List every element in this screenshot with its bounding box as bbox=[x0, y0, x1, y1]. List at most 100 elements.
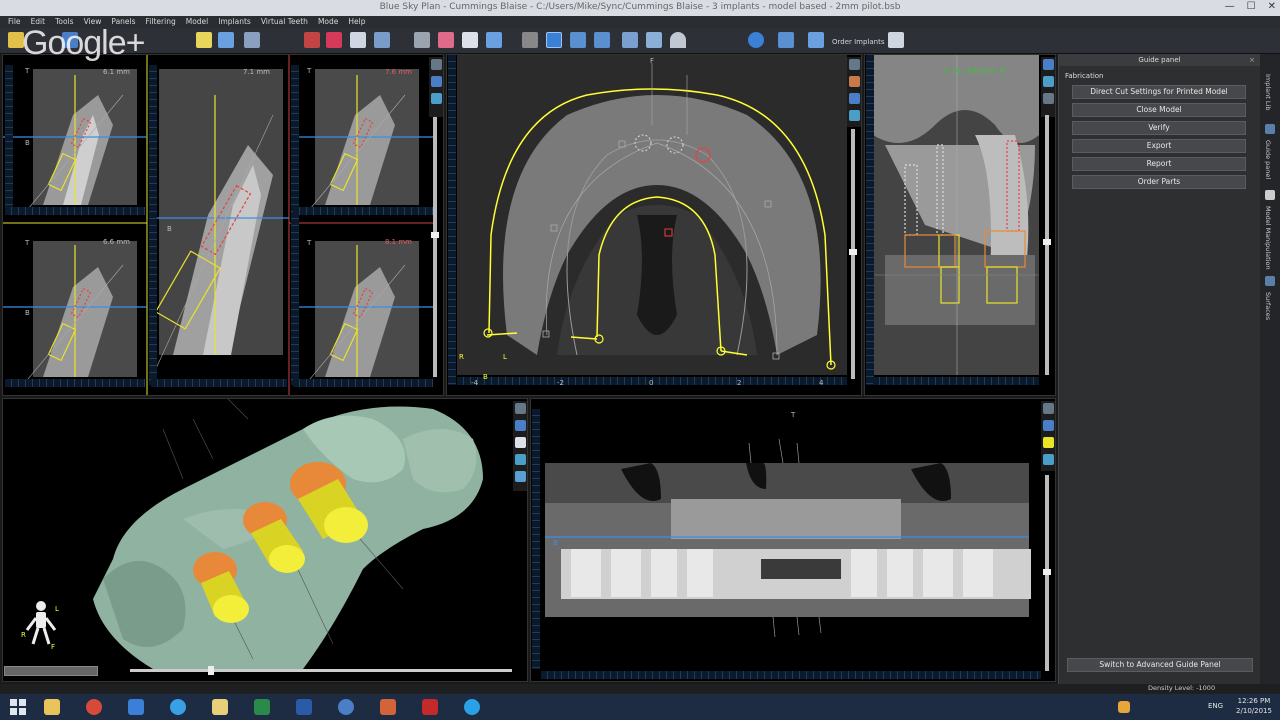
tab-implant-lib[interactable]: Implant Lib bbox=[1264, 74, 1272, 110]
ruler-bottom-1 bbox=[5, 207, 145, 215]
arrows-icon[interactable] bbox=[374, 32, 390, 48]
panoramic-view[interactable]: T B bbox=[530, 398, 1056, 682]
models-icon[interactable] bbox=[486, 32, 502, 48]
menu-filtering[interactable]: Filtering bbox=[146, 16, 176, 28]
panoramic-b-marker: B bbox=[553, 539, 558, 547]
taskbar-teamviewer-icon[interactable] bbox=[118, 696, 154, 718]
virtual-tooth-icon[interactable] bbox=[462, 32, 478, 48]
layers-icon[interactable] bbox=[1042, 454, 1054, 465]
angle-icon[interactable] bbox=[670, 32, 686, 48]
zoom-icon[interactable] bbox=[570, 32, 586, 48]
tray-network-icon[interactable] bbox=[1114, 696, 1134, 718]
guide-tab-icon bbox=[1265, 124, 1275, 134]
rotate-icon[interactable] bbox=[546, 32, 562, 48]
axial-slider[interactable] bbox=[849, 129, 857, 379]
switch-advanced-guide-button[interactable]: Switch to Advanced Guide Panel bbox=[1067, 658, 1253, 672]
cross-section-slider[interactable] bbox=[431, 117, 439, 377]
taskbar-chrome-icon[interactable] bbox=[76, 696, 112, 718]
taskbar-skype-icon[interactable] bbox=[454, 696, 490, 718]
contrast-icon[interactable] bbox=[522, 32, 538, 48]
minimize-button[interactable]: — bbox=[1225, 1, 1235, 12]
taskbar-word-icon[interactable] bbox=[286, 696, 322, 718]
model-3d-view[interactable]: R L F bbox=[2, 398, 528, 682]
measure-icon[interactable] bbox=[218, 32, 234, 48]
maximize-button[interactable]: ☐ bbox=[1247, 1, 1256, 12]
view-mode-dropdown[interactable] bbox=[4, 666, 98, 676]
bookmark-icon[interactable] bbox=[196, 32, 212, 48]
points-icon[interactable] bbox=[244, 32, 260, 48]
cs2-measure: 7.1 mm bbox=[243, 68, 270, 76]
menu-mode[interactable]: Mode bbox=[318, 16, 338, 28]
volume-icon[interactable] bbox=[848, 76, 860, 87]
surface-icon[interactable] bbox=[514, 471, 526, 482]
order-parts-button[interactable]: Order Parts bbox=[1072, 175, 1246, 189]
fullscreen-icon[interactable] bbox=[888, 32, 904, 48]
close-model-button[interactable]: Close Model bbox=[1072, 103, 1246, 117]
sagittal-slider[interactable] bbox=[1043, 115, 1051, 375]
taskbar-bsp-icon[interactable] bbox=[328, 696, 364, 718]
settings-icon[interactable] bbox=[514, 403, 526, 414]
ruler-icon[interactable] bbox=[414, 32, 430, 48]
tray-language[interactable]: ENG bbox=[1208, 702, 1223, 710]
tooth-icon[interactable] bbox=[350, 32, 366, 48]
implant-icon[interactable] bbox=[438, 32, 454, 48]
settings-icon[interactable] bbox=[1042, 93, 1054, 104]
taskbar-excel-icon[interactable] bbox=[244, 696, 280, 718]
menu-help[interactable]: Help bbox=[348, 16, 365, 28]
layers-icon[interactable] bbox=[430, 93, 442, 104]
order-implants-button[interactable]: Order Implants bbox=[832, 38, 885, 46]
menu-file[interactable]: File bbox=[8, 16, 21, 28]
tab-model-manipulation[interactable]: Model Manipulation bbox=[1264, 206, 1272, 270]
taskbar-clock[interactable]: 12:26 PM 2/10/2015 bbox=[1232, 696, 1276, 716]
settings-icon[interactable] bbox=[848, 59, 860, 70]
taskbar-ie-icon[interactable] bbox=[160, 696, 196, 718]
settings-icon[interactable] bbox=[1042, 403, 1054, 414]
zoom-fit-icon[interactable] bbox=[430, 76, 442, 87]
nerve-icon[interactable] bbox=[326, 32, 342, 48]
close-window-button[interactable]: ✕ bbox=[1268, 1, 1276, 12]
axial-ruler-left bbox=[448, 55, 456, 385]
cart-icon[interactable] bbox=[808, 32, 824, 48]
cs5-top-letter: T bbox=[307, 239, 312, 247]
zoom-fit-icon[interactable] bbox=[1042, 59, 1054, 70]
windows-start-icon[interactable] bbox=[10, 699, 26, 715]
sagittal-view[interactable]: 3, 10, ID43513, 0° bbox=[864, 54, 1056, 396]
panoramic-ruler-bottom bbox=[541, 671, 1041, 679]
tooth-icon[interactable] bbox=[1042, 437, 1054, 448]
menu-model[interactable]: Model bbox=[186, 16, 209, 28]
panoramic-t-marker: T bbox=[791, 411, 796, 419]
tab-guide-panel[interactable]: Guide panel bbox=[1264, 140, 1272, 179]
taskbar-acrobat-icon[interactable] bbox=[412, 696, 448, 718]
pan-icon[interactable] bbox=[594, 32, 610, 48]
menu-virtual-teeth[interactable]: Virtual Teeth bbox=[261, 16, 308, 28]
layers-icon[interactable] bbox=[1042, 76, 1054, 87]
refresh-icon[interactable] bbox=[748, 32, 764, 48]
draw-curve-icon[interactable] bbox=[304, 32, 320, 48]
zoom-fit-icon[interactable] bbox=[1042, 420, 1054, 431]
export-button[interactable]: Export bbox=[1072, 139, 1246, 153]
verify-button[interactable]: Verify bbox=[1072, 121, 1246, 135]
layers-icon[interactable] bbox=[514, 454, 526, 465]
histogram-icon[interactable] bbox=[622, 32, 638, 48]
taskbar-folder-icon[interactable] bbox=[202, 696, 238, 718]
zoom-fit-icon[interactable] bbox=[514, 420, 526, 431]
window-title: Blue Sky Plan - Cummings Blaise - C:/Use… bbox=[379, 2, 901, 12]
taskbar-explorer-icon[interactable] bbox=[34, 696, 70, 718]
taskbar-powerpoint-icon[interactable] bbox=[370, 696, 406, 718]
panoramic-slider[interactable] bbox=[1043, 475, 1051, 671]
tooth-icon[interactable] bbox=[514, 437, 526, 448]
menu-implants[interactable]: Implants bbox=[218, 16, 251, 28]
tab-surfaces[interactable]: Surfaces bbox=[1264, 292, 1272, 320]
line-measure-icon[interactable] bbox=[646, 32, 662, 48]
settings-icon[interactable] bbox=[430, 59, 442, 70]
axial-view[interactable]: F B R L -4 -2 0 2 4 bbox=[446, 54, 862, 396]
model-opacity-slider[interactable] bbox=[130, 666, 512, 675]
report-button[interactable]: Report bbox=[1072, 157, 1246, 171]
close-panel-icon[interactable]: × bbox=[1249, 54, 1255, 66]
layers-icon[interactable] bbox=[848, 110, 860, 121]
zoom-fit-icon[interactable] bbox=[848, 93, 860, 104]
layout-icon[interactable] bbox=[778, 32, 794, 48]
direct-cut-settings-button[interactable]: Direct Cut Settings for Printed Model bbox=[1072, 85, 1246, 99]
cross-section-view[interactable]: 6.1 mm 7.1 mm 7.6 mm 6.6 mm 8.1 mm T B T… bbox=[2, 54, 444, 396]
axial-tick-4: 4 bbox=[819, 379, 824, 387]
